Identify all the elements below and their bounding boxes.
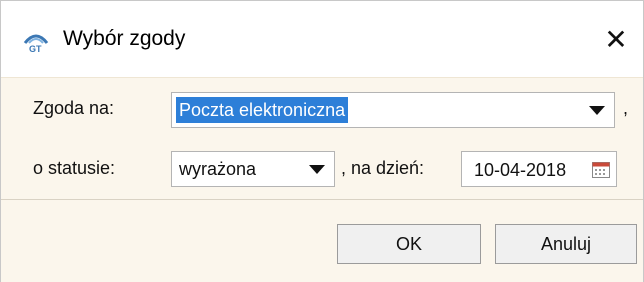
status-label: o statusie: [33,158,116,178]
ok-button[interactable]: OK [337,224,481,264]
svg-text:GT: GT [29,44,42,53]
title-bar: GT Wybór zgody ✕ [1,1,643,77]
chevron-down-icon[interactable] [300,152,334,186]
consent-select[interactable]: Poczta elektroniczna [171,92,615,128]
form-panel: Zgoda na: Poczta elektroniczna , o statu… [1,77,643,200]
consent-label: Zgoda na: [33,98,115,118]
app-logo-icon: GT [23,34,49,53]
date-value: 10-04-2018 [474,160,567,180]
close-icon[interactable]: ✕ [601,25,631,55]
button-bar: OK Anuluj [1,199,643,282]
dialog-window: GT Wybór zgody ✕ Zgoda na: Poczta elektr… [0,0,644,282]
calendar-icon[interactable] [592,162,610,178]
cancel-button[interactable]: Anuluj [495,224,637,264]
consent-suffix: , [623,98,629,118]
status-select[interactable]: wyrażona [171,151,335,187]
date-label: , na dzień: [341,158,425,178]
status-value: wyrażona [179,159,257,179]
dialog-title: Wybór zgody [63,27,186,50]
date-field[interactable]: 10-04-2018 [461,151,617,187]
consent-value: Poczta elektroniczna [176,97,349,123]
chevron-down-icon[interactable] [580,93,614,127]
